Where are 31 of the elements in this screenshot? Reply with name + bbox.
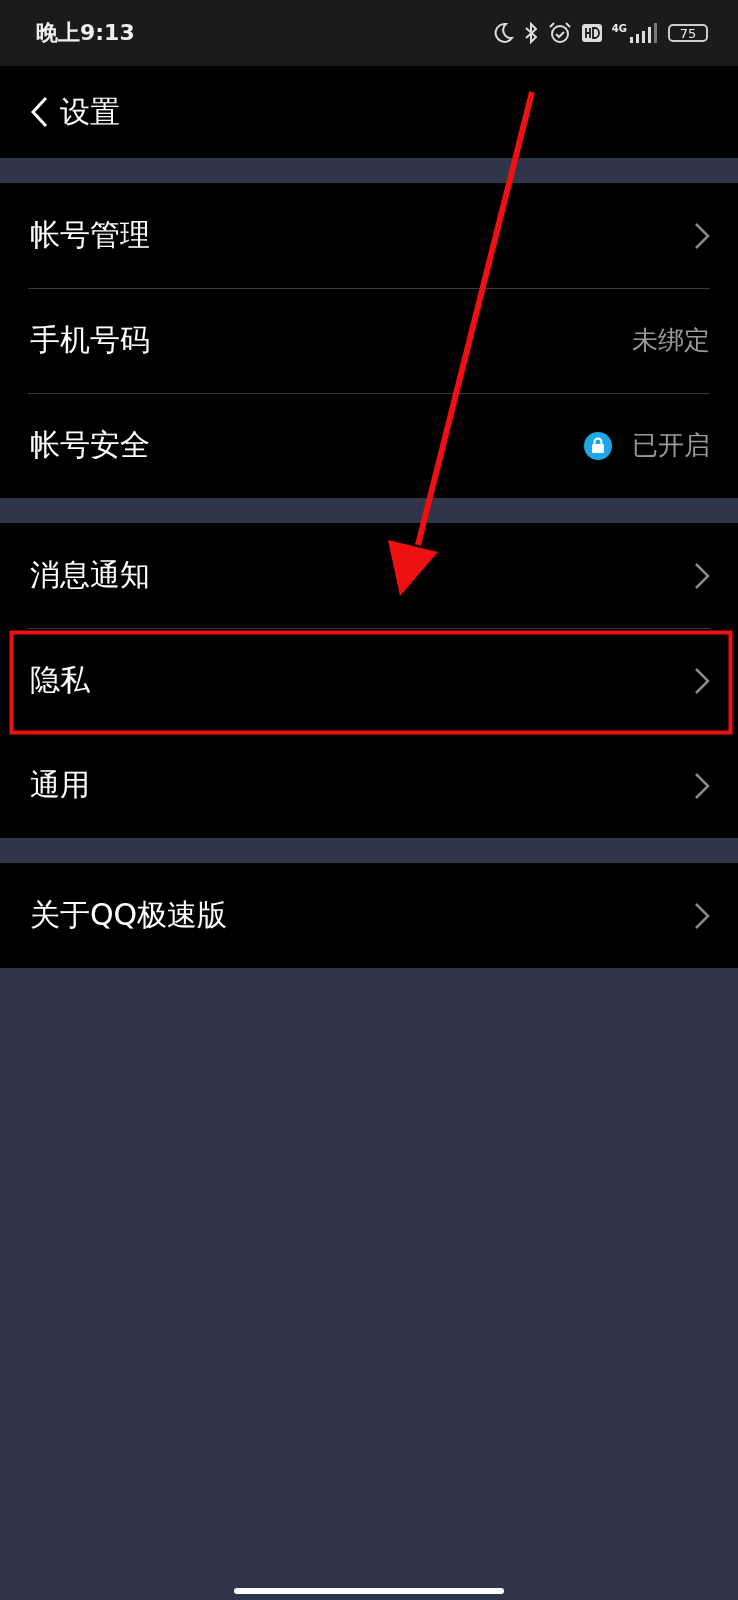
row-label: 帐号安全 (30, 426, 150, 464)
network-label: 4G (611, 23, 627, 34)
chevron-icon (694, 666, 710, 695)
row-label: 消息通知 (30, 556, 150, 594)
battery-indicator: 75 (668, 24, 708, 42)
hd-icon (581, 24, 602, 42)
setting-value: 未绑定 (632, 324, 710, 357)
settings-row[interactable]: 消息通知 (0, 523, 738, 628)
chevron-icon (694, 771, 710, 800)
settings-row[interactable]: 隐私 (0, 628, 738, 733)
chevron-icon (694, 901, 710, 930)
back-button[interactable] (30, 96, 48, 128)
setting-value: 已开启 (632, 429, 710, 462)
settings-row[interactable]: 通用 (0, 733, 738, 838)
page-title: 设置 (60, 92, 120, 131)
alarm-icon (547, 21, 572, 45)
lock-icon (584, 431, 612, 460)
row-label: 帐号管理 (30, 216, 150, 254)
settings-row[interactable]: 关于QQ极速版 (0, 863, 738, 968)
settings-row[interactable]: 帐号安全 已开启 (0, 393, 738, 498)
bluetooth-icon (523, 22, 538, 44)
chevron-icon (694, 221, 710, 250)
settings-row[interactable]: 手机号码 未绑定 (0, 288, 738, 393)
settings-row[interactable]: 帐号管理 (0, 183, 738, 288)
row-label: 通用 (30, 766, 90, 804)
row-label: 隐私 (30, 661, 90, 699)
row-label: 关于QQ极速版 (30, 896, 228, 934)
status-time: 晚上9:13 (36, 19, 135, 47)
chevron-icon (694, 561, 710, 590)
signal-icon (628, 23, 658, 43)
row-label: 手机号码 (30, 321, 150, 359)
